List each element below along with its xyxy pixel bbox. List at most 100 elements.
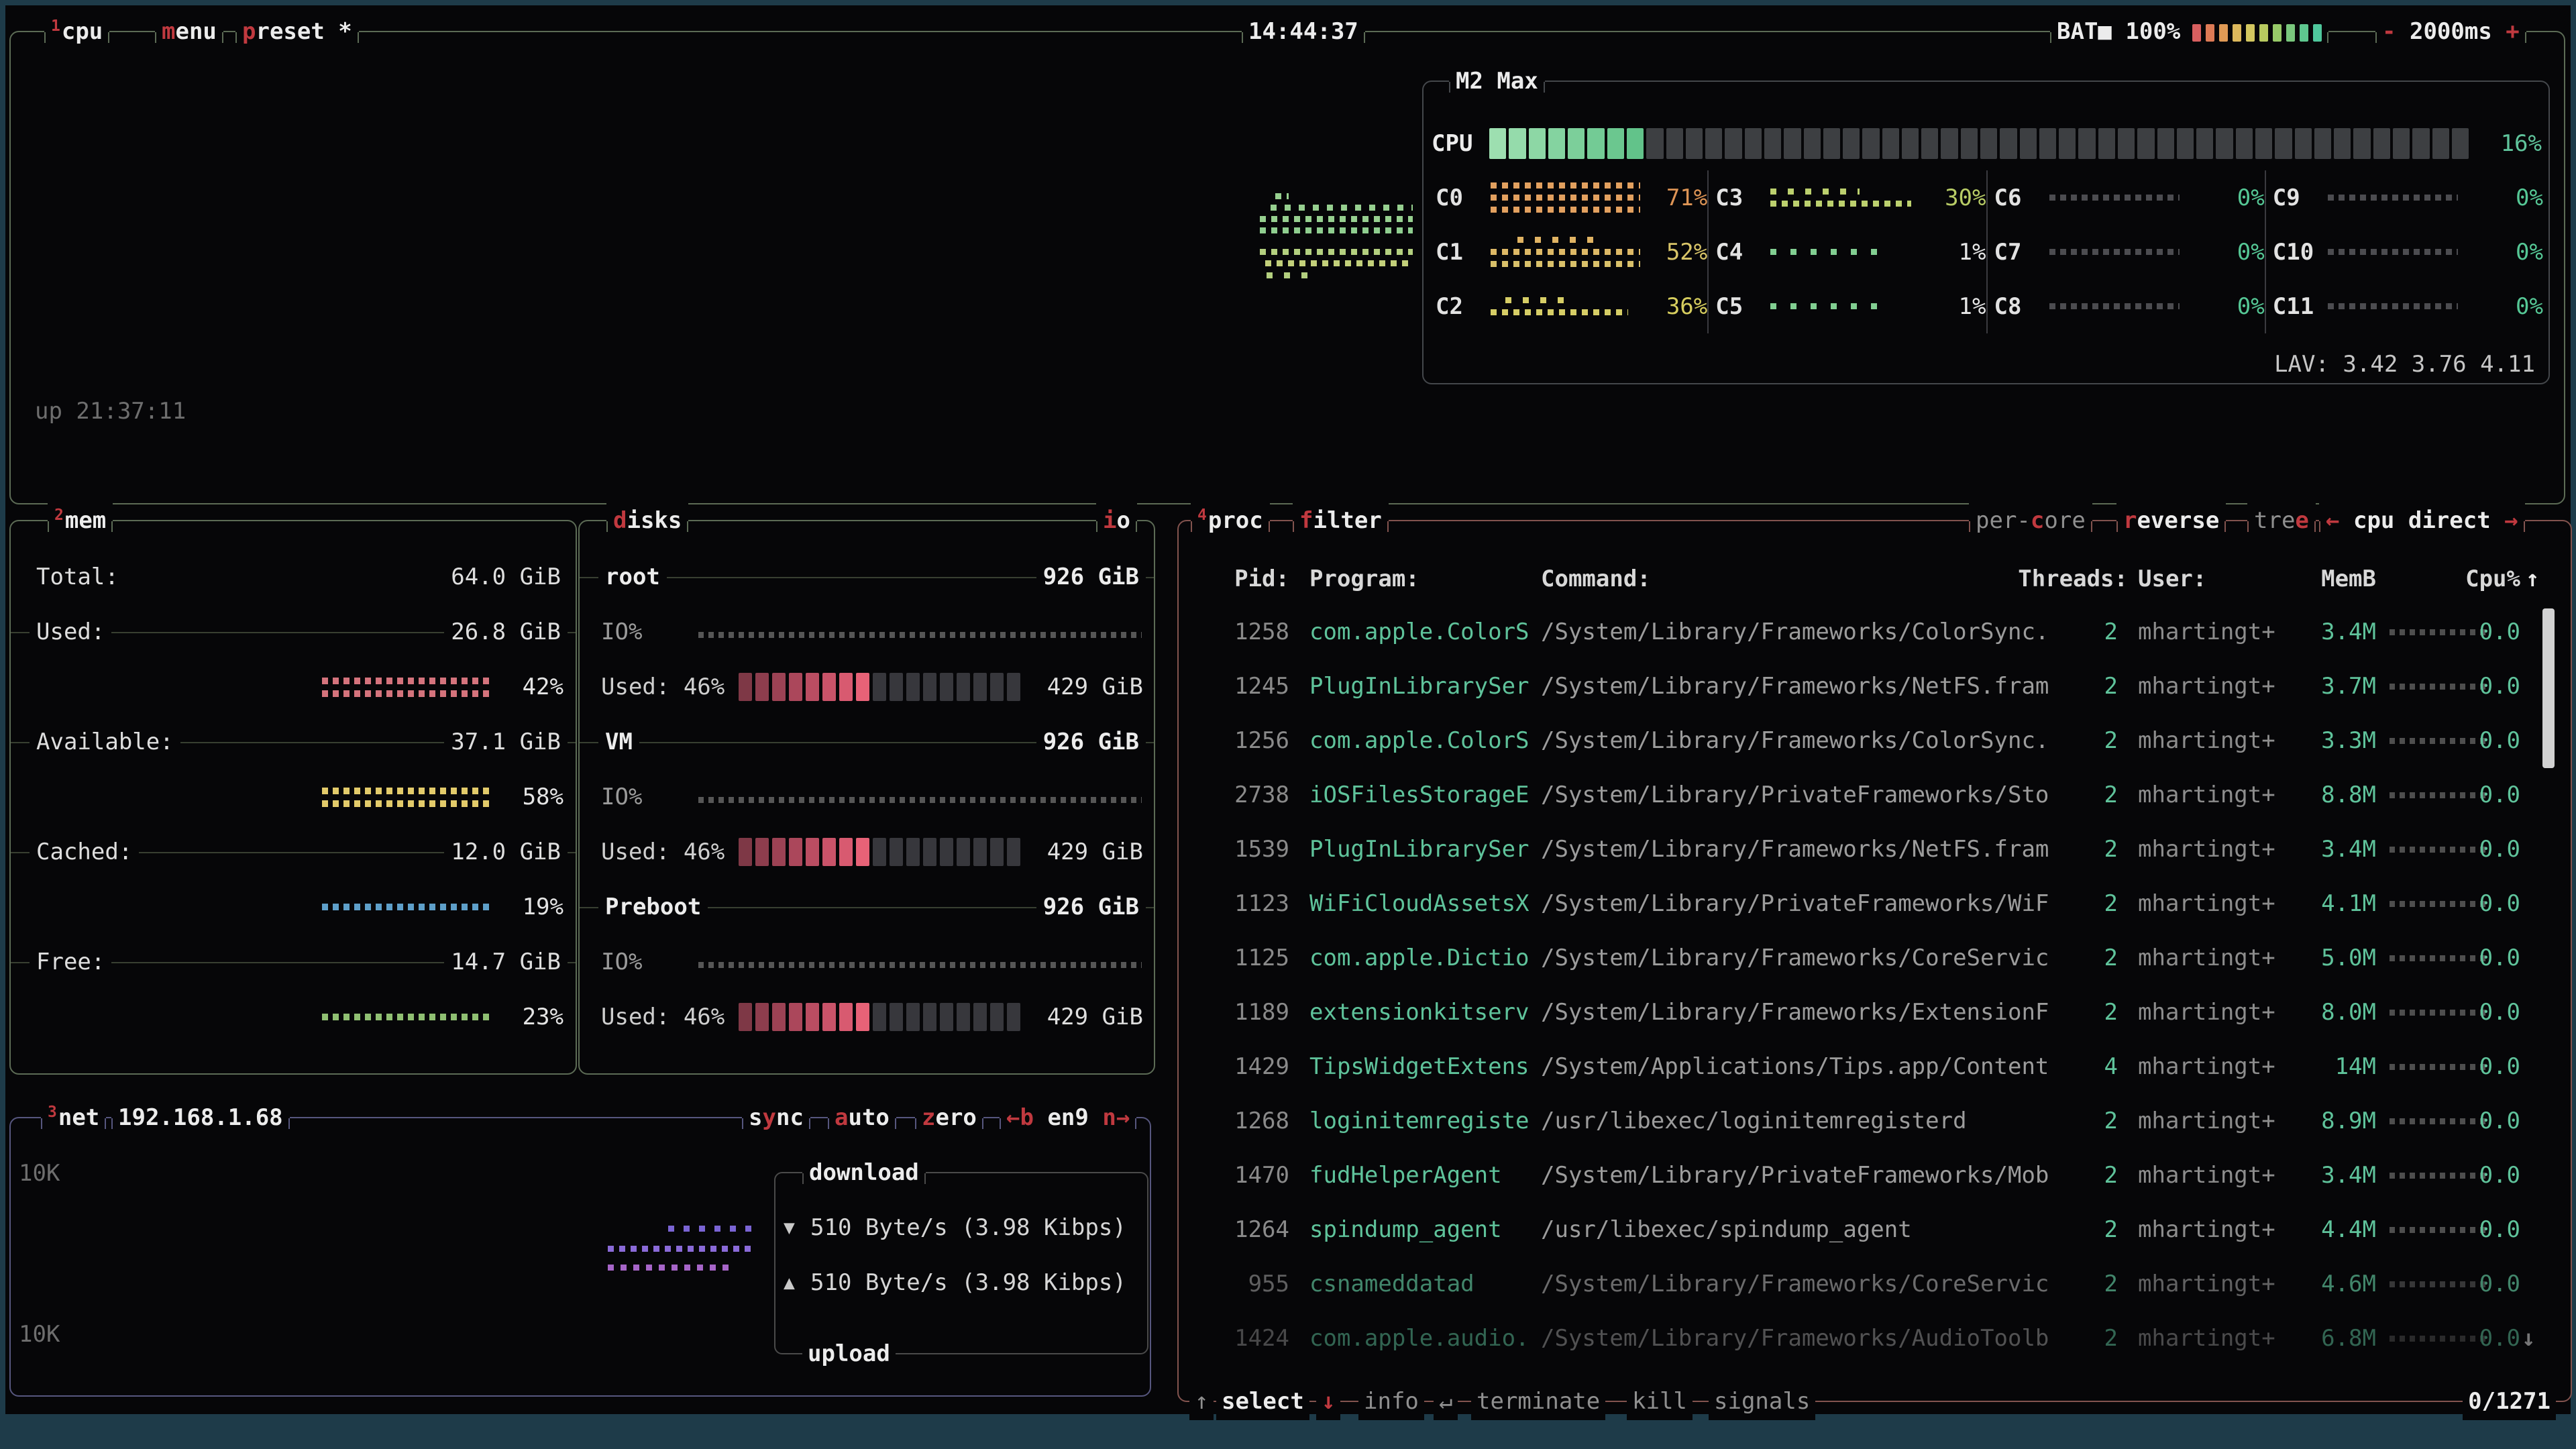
preset-button[interactable]: preset * [235,13,359,50]
next-interface-button[interactable]: n→ [1102,1104,1130,1131]
header-threads[interactable]: Threads: [2017,558,2128,600]
table-row[interactable]: 1258 com.apple.ColorS /System/Library/Fr… [1179,605,2571,659]
enter-icon: ↵ [1434,1383,1458,1420]
tab-disks[interactable]: disks [606,502,688,539]
tab-proc[interactable]: 4proc [1191,502,1270,539]
disk-used-bar [739,838,1020,866]
threads-cell: 2 [2071,1203,2118,1257]
memory-stat-row: Total:64.0 GiB [12,549,574,604]
io-graph [698,797,1142,803]
kill-action[interactable]: kill [1627,1383,1693,1420]
cpu-cell: 0.0 [2457,768,2520,822]
core-usage-graph [2049,249,2198,255]
core-name: C0 [1436,184,1489,211]
terminate-action[interactable]: terminate [1471,1383,1605,1420]
header-cpu[interactable]: Cpu% [2457,558,2520,600]
sort-prev-button[interactable]: ← [2326,507,2339,534]
mem-cell: 4.6M [2286,1257,2376,1311]
select-down-icon[interactable]: ↓ [1316,1383,1340,1420]
io-mode-button[interactable]: io [1096,502,1137,539]
mem-cell: 5.0M [2286,931,2376,985]
sync-button[interactable]: sync [742,1099,810,1136]
cpu-bar-segment [1902,128,1919,159]
table-row[interactable]: 1123 WiFiCloudAssetsX /System/Library/Pr… [1179,877,2571,931]
select-up-icon[interactable]: ↑ [1189,1383,1214,1420]
pid-cell: 1125 [1205,931,1289,985]
cpu-bar-segment [2334,128,2351,159]
cpu-bar-segment [2078,128,2095,159]
reverse-toggle[interactable]: reverse [2116,502,2226,539]
header-program[interactable]: Program: [1309,558,1419,600]
per-core-toggle[interactable]: per-core [1969,502,2092,539]
mem-cell: 8.9M [2286,1094,2376,1148]
table-row[interactable]: 1245 PlugInLibrarySer /System/Library/Fr… [1179,659,2571,714]
interval-increase-button[interactable]: + [2506,18,2519,45]
usage-meter: 23% [322,989,564,1044]
download-title: download [802,1154,926,1191]
core-usage-value: 30% [1927,184,1986,211]
table-row[interactable]: 1256 com.apple.ColorS /System/Library/Fr… [1179,714,2571,768]
table-row[interactable]: 1264 spindump_agent /usr/libexec/spindum… [1179,1203,2571,1257]
table-row[interactable]: 1539 PlugInLibrarySer /System/Library/Fr… [1179,822,2571,877]
core-name: C4 [1715,239,1769,266]
stat-label: Available: [30,714,180,769]
pid-cell: 1256 [1205,714,1289,768]
info-action[interactable]: info [1358,1383,1424,1420]
memory-stats: Total:64.0 GiBUsed:26.8 GiB42%Available:… [12,523,574,1044]
signals-action[interactable]: signals [1709,1383,1815,1420]
meter-percent: 23% [513,989,564,1044]
tab-mem[interactable]: 2mem [48,502,113,539]
pid-cell: 1539 [1205,822,1289,877]
core-grid: C0 71% C1 52% C2 36% C3 30% C4 1% C5 1% … [1429,170,2543,333]
cpu-cell: 0.0 [2457,1203,2520,1257]
memory-stat-row: Used:26.8 GiB [12,604,574,659]
cpu-bar-segment [1568,128,1585,159]
header-command[interactable]: Command: [1541,558,1651,600]
disk-name-row: Preboot926 GiB [581,879,1152,934]
stat-label: Total: [30,549,125,604]
process-table: 1258 com.apple.ColorS /System/Library/Fr… [1179,605,2571,1366]
cpu-bar-segment [1646,128,1663,159]
battery-block [2233,24,2241,42]
sort-next-button[interactable]: → [2504,507,2518,534]
tree-toggle[interactable]: tree [2247,502,2316,539]
interface-switcher[interactable]: ←b en9 n→ [1000,1099,1136,1136]
cpu-bar-segment [1804,128,1821,159]
usage-meter: 19% [322,879,564,934]
process-scrollbar[interactable] [2542,608,2555,768]
table-row[interactable]: 1429 TipsWidgetExtens /System/Applicatio… [1179,1040,2571,1094]
threads-cell: 2 [2071,1094,2118,1148]
btop-terminal: 1cpu menu preset * 14:44:37 BAT■ 100% - … [5,5,2571,1414]
disk-io-row: IO% [581,934,1152,989]
proc-hotkey: 4 [1197,506,1207,524]
table-row[interactable]: 1424 com.apple.audio. /System/Library/Fr… [1179,1311,2571,1366]
table-row[interactable]: 1189 extensionkitserv /System/Library/Fr… [1179,985,2571,1040]
filter-button[interactable]: filter [1293,502,1389,539]
pid-cell: 955 [1205,1257,1289,1311]
prev-interface-button[interactable]: ←b [1006,1104,1034,1131]
auto-button[interactable]: auto [828,1099,896,1136]
table-row[interactable]: 955 csnameddatad /System/Library/Framewo… [1179,1257,2571,1311]
table-row[interactable]: 1125 com.apple.Dictio /System/Library/Fr… [1179,931,2571,985]
header-user[interactable]: User: [2138,558,2206,600]
cpu-hotkey: 1 [51,17,60,35]
cpu-bar-segment [2412,128,2429,159]
threads-cell: 2 [2071,605,2118,659]
threads-cell: 2 [2071,659,2118,714]
sort-column-switcher[interactable]: ← cpu direct → [2319,502,2525,539]
used-value: 429 GiB [1047,659,1143,714]
table-row[interactable]: 1470 fudHelperAgent /System/Library/Priv… [1179,1148,2571,1203]
io-graph [698,632,1142,638]
header-memb[interactable]: MemB [2286,558,2376,600]
table-row[interactable]: 1268 loginitemregiste /usr/libexec/login… [1179,1094,2571,1148]
disk-used-row: Used: 46%429 GiB [581,824,1152,879]
interval-decrease-button[interactable]: - [2382,18,2396,45]
table-row[interactable]: 2738 iOSFilesStorageE /System/Library/Pr… [1179,768,2571,822]
select-action[interactable]: select [1216,1383,1309,1420]
menu-button[interactable]: menu [155,13,223,50]
zero-button[interactable]: zero [915,1099,983,1136]
cpu-cell: 0.0 [2457,877,2520,931]
header-pid[interactable]: Pid: [1205,558,1289,600]
tab-cpu[interactable]: 1cpu [44,13,109,50]
tab-net[interactable]: 3net [41,1099,106,1136]
